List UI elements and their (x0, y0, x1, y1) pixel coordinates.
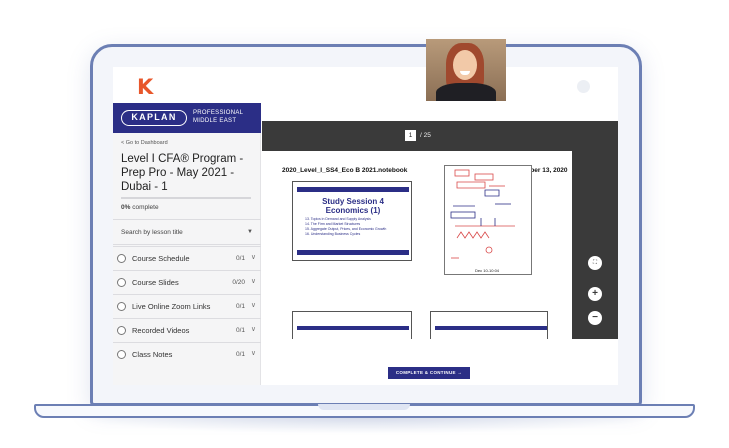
lesson-search-select[interactable]: Search by lesson title ▼ (121, 225, 257, 240)
document-page: 2020_Level_I_SS4_Eco B 2021.notebook Dec… (262, 151, 572, 341)
chevron-down-icon[interactable]: ∨ (251, 349, 256, 357)
radio-icon[interactable] (117, 254, 126, 263)
sidebar: KAPLAN PROFESSIONAL MIDDLE EAST < Go to … (113, 103, 261, 385)
caret-down-icon: ▼ (247, 229, 253, 235)
lesson-row-course-slides[interactable]: Course Slides 0/20 ∨ (113, 270, 261, 294)
lesson-row-recorded-videos[interactable]: Recorded Videos 0/1 ∨ (113, 318, 261, 342)
viewer-footer: COMPLETE & CONTINUE → (262, 339, 618, 385)
lesson-row-class-notes[interactable]: Class Notes 0/1 ∨ (113, 342, 261, 366)
chevron-down-icon[interactable]: ∨ (251, 277, 256, 285)
radio-icon[interactable] (117, 278, 126, 287)
zoom-out-button[interactable]: − (588, 311, 602, 325)
slide-thumbnail-2[interactable] (292, 311, 412, 341)
divider (113, 219, 261, 220)
program-title: Level I CFA® Program - Prep Pro - May 20… (121, 153, 244, 193)
kaplan-k-logo[interactable]: K (137, 77, 153, 98)
slide-bottom-band (297, 250, 409, 255)
chevron-down-icon[interactable]: ∨ (251, 325, 256, 333)
kaplan-logo: KAPLAN (121, 110, 187, 126)
webcam-feed (426, 39, 506, 101)
lesson-label: Recorded Videos (132, 326, 190, 335)
lesson-label: Course Slides (132, 278, 179, 287)
slide-subtitle: Economics (1) (325, 206, 381, 215)
lesson-count: 0/1 (235, 351, 245, 358)
progress-suffix: complete (132, 204, 159, 211)
viewer-toolbar: 1 / 25 (262, 121, 618, 151)
viewer-top-strip (262, 103, 618, 121)
notes-timestamp: Dec 10-10:04 (475, 268, 500, 273)
lesson-count: 0/1 (235, 327, 245, 334)
viewer-controls-rail: ⛶ + − (572, 151, 618, 339)
chevron-down-icon[interactable]: ∨ (251, 301, 256, 309)
lesson-label: Live Online Zoom Links (132, 302, 211, 311)
lesson-count: 0/1 (235, 303, 245, 310)
handwritten-notes-drawing: Dec 10-10:04 (450, 169, 515, 273)
search-placeholder: Search by lesson title (121, 229, 183, 236)
progress-bar (121, 197, 251, 199)
lesson-count: 0/20 (232, 279, 245, 286)
slide-topics: 13. Topics in Demand and Supply Analysis… (305, 217, 386, 237)
document-file-name: 2020_Level_I_SS4_Eco B 2021.notebook (282, 167, 408, 174)
stage: K KAPLAN PROFESSIONAL MIDDLE EAST < Go t… (0, 0, 729, 448)
page-number-input[interactable]: 1 (405, 130, 416, 141)
slide-band (435, 326, 547, 330)
brand-subtitle: PROFESSIONAL MIDDLE EAST (193, 109, 257, 125)
webcam-body (436, 83, 496, 101)
lesson-row-zoom-links[interactable]: Live Online Zoom Links 0/1 ∨ (113, 294, 261, 318)
lesson-label: Course Schedule (132, 254, 190, 263)
progress-value: 0% (121, 204, 131, 211)
zoom-in-button[interactable]: + (588, 287, 602, 301)
slide-thumbnail-3[interactable] (430, 311, 548, 341)
back-to-dashboard-link[interactable]: < Go to Dashboard (121, 140, 168, 146)
lesson-count: 0/1 (235, 255, 245, 262)
slide-top-band (297, 187, 409, 192)
lesson-label: Class Notes (132, 350, 173, 359)
radio-icon[interactable] (117, 302, 126, 311)
slide-topic: 16. Understanding Business Cycles (305, 232, 361, 236)
brand-sub-line1: PROFESSIONAL (193, 110, 244, 116)
progress-text: 0% complete (121, 204, 159, 211)
lesson-row-course-schedule[interactable]: Course Schedule 0/1 ∨ (113, 246, 261, 270)
brand-header: KAPLAN PROFESSIONAL MIDDLE EAST (113, 103, 261, 133)
document-viewer: 1 / 25 2020_Level_I_SS4_Eco B 2021.noteb… (262, 103, 618, 385)
laptop-screen: K KAPLAN PROFESSIONAL MIDDLE EAST < Go t… (113, 67, 618, 385)
laptop-notch (318, 404, 410, 410)
slide-thumbnail[interactable]: Study Session 4 Economics (1) 13. Topics… (292, 181, 412, 261)
fit-screen-icon[interactable]: ⛶ (588, 256, 602, 270)
webcam-face (453, 50, 477, 80)
radio-icon[interactable] (117, 350, 126, 359)
page-total: / 25 (420, 132, 431, 139)
complete-continue-button[interactable]: COMPLETE & CONTINUE → (388, 367, 470, 379)
user-avatar[interactable] (577, 80, 590, 93)
divider (113, 244, 261, 245)
handwritten-notes-thumbnail[interactable]: Dec 10-10:04 (444, 165, 532, 275)
top-bar: K (113, 67, 618, 103)
radio-icon[interactable] (117, 326, 126, 335)
slide-band (297, 326, 409, 330)
brand-sub-line2: MIDDLE EAST (193, 118, 237, 124)
slide-title: Study Session 4 (322, 197, 384, 206)
chevron-down-icon[interactable]: ∨ (251, 253, 256, 261)
